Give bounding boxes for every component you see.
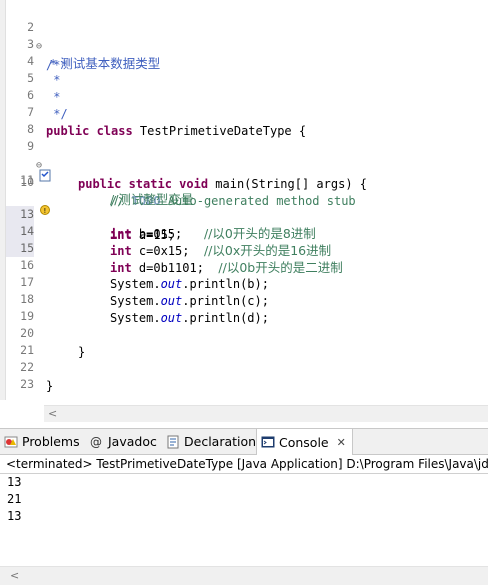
tab-label: Declaration [184, 434, 257, 449]
editor-horizontal-scrollbar[interactable]: < [44, 405, 488, 422]
scroll-left-icon[interactable]: < [48, 407, 57, 420]
console-icon [261, 435, 275, 449]
at-sign-icon: @ [90, 434, 102, 449]
code-line: 9 ⊖ public static void main(String[] arg… [0, 119, 488, 191]
tab-console[interactable]: Console ✕ [256, 429, 353, 455]
code-line: 8 [0, 102, 488, 136]
code-editor[interactable]: 2 ⊖ /** 3 * 测试基本数据类型 4 * 5 * 6 */ 7 publ… [0, 0, 488, 423]
line-number: 23 [20, 377, 34, 391]
code-line: 15 int d=0b1101; //以0b开头的是二进制 [0, 221, 488, 275]
code-line: 2 ⊖ /** [0, 0, 488, 72]
code-line: 4 * [0, 34, 488, 87]
code-line: 18 System.out.println(d); [0, 272, 488, 325]
code-line: 22 } [0, 340, 488, 393]
code-line: 17 System.out.println(c); [0, 255, 488, 308]
code-line: 16 System.out.println(b); [0, 238, 488, 291]
code-line: 5 * [0, 51, 488, 104]
declaration-icon [166, 435, 180, 449]
tab-label: Javadoc [108, 434, 157, 449]
code-line: 19 [0, 289, 488, 323]
console-horizontal-scrollbar[interactable]: < [0, 566, 488, 585]
console-output-line: 13 [7, 475, 22, 489]
code-line: 3 * 测试基本数据类型 [0, 17, 488, 71]
tab-problems[interactable]: Problems [4, 429, 80, 454]
console-output-line: 13 [7, 509, 22, 523]
code-line: 13 int b=015; //以0开头的是8进制 [0, 187, 488, 241]
code-line: 14 int c=0x15; //以0x开头的是16进制 [0, 204, 488, 258]
console-output-line: 21 [7, 492, 22, 506]
tab-declaration[interactable]: Declaration [166, 429, 256, 454]
code-line: 10 // TODO Auto-generated method stub [0, 136, 488, 208]
code-line: 7 public class TestPrimetiveDateType { [0, 85, 488, 138]
code-line: 20 } [0, 306, 488, 359]
problems-icon [4, 435, 18, 449]
close-icon[interactable]: ✕ [337, 436, 346, 449]
scroll-left-icon[interactable]: < [10, 569, 19, 582]
console-status-line: <terminated> TestPrimetiveDateType [Java… [0, 455, 488, 474]
code-text: } [46, 379, 54, 393]
tab-javadoc[interactable]: @ Javadoc [90, 429, 157, 454]
code-line: 21 [0, 323, 488, 357]
view-tab-bar: Problems @ Javadoc Declaration Console ✕ [0, 428, 488, 455]
code-line: 6 */ [0, 68, 488, 121]
code-line: ! 12 int a=15; [0, 170, 488, 242]
code-line: 23 [0, 357, 488, 391]
code-line: 11 //测试整型变量 [0, 153, 488, 207]
tab-label: Problems [22, 434, 80, 449]
tab-label: Console [279, 434, 329, 450]
